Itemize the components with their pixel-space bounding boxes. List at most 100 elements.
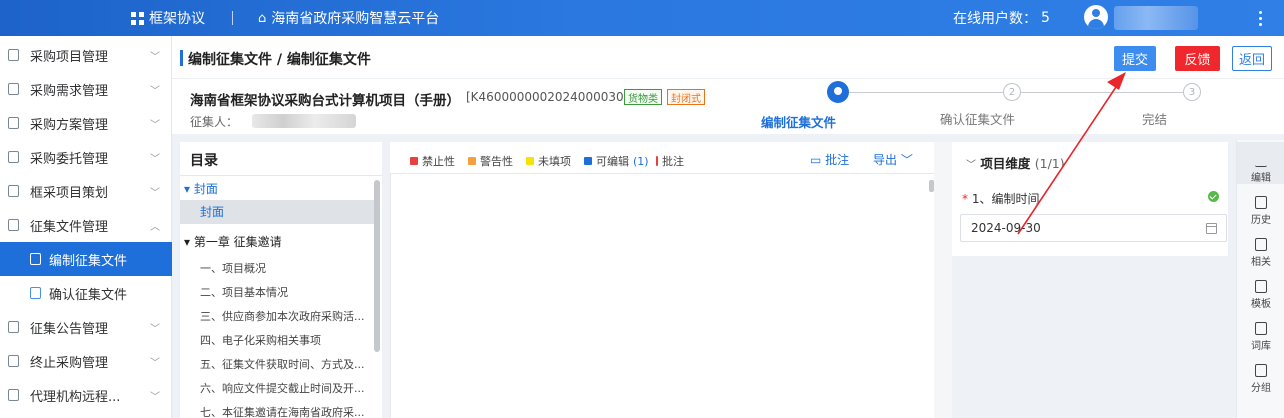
legend-forbidden: 禁止性	[410, 153, 455, 169]
title-accent-bar	[180, 50, 183, 66]
panel-gap	[934, 142, 952, 418]
document-icon	[8, 83, 19, 95]
editor-toolbar: 禁止性 警告性 未填项 可编辑 (1) 批注 ▭ 批注 导出 ﹀	[390, 142, 934, 174]
document-icon	[8, 117, 19, 129]
toc-scrollbar[interactable]	[374, 180, 380, 352]
book-icon	[1255, 322, 1267, 335]
check-circle-icon	[1208, 191, 1219, 202]
right-tool-rail: 编辑 历史 相关 模板 词库 分组	[1236, 140, 1284, 418]
user-avatar[interactable]	[1084, 5, 1108, 29]
chevron-down-icon: ﹀	[966, 160, 976, 171]
pen-icon	[1255, 154, 1267, 167]
rail-edit[interactable]: 编辑	[1237, 142, 1284, 184]
divider	[180, 175, 382, 176]
platform-home-link[interactable]: ⌂ 海南省政府采购智慧云平台	[258, 0, 439, 36]
rail-template[interactable]: 模板	[1237, 268, 1284, 310]
copy-icon	[1255, 238, 1267, 251]
sidebar-subitem-confirm-docs[interactable]: 确认征集文件	[0, 276, 172, 310]
step-2-dot: 2	[1003, 83, 1021, 101]
sidebar-item-entrust[interactable]: 采购委托管理 ﹀	[0, 140, 172, 174]
legend-unfilled: 未填项	[526, 153, 571, 169]
legend-swatch	[584, 157, 592, 165]
step-1-label: 编制征集文件	[761, 115, 837, 130]
document-icon	[8, 219, 19, 231]
legend-annotation: 批注	[656, 153, 684, 169]
sidebar-item-agency-remote[interactable]: 代理机构远程... ﹀	[0, 378, 172, 412]
sidebar-item-requirements[interactable]: 采购需求管理 ﹀	[0, 72, 172, 106]
step-connector	[849, 92, 1003, 93]
toc-item-cover[interactable]: 封面	[180, 200, 375, 224]
calendar-icon[interactable]	[1206, 223, 1217, 234]
feedback-button[interactable]: 反馈	[1175, 46, 1220, 71]
legend-swatch	[468, 157, 476, 165]
online-users: 在线用户数： 5	[953, 0, 1050, 36]
online-users-count: 5	[1041, 10, 1050, 26]
stop-icon	[8, 355, 19, 367]
sidebar-subitem-draft-docs[interactable]: 编制征集文件	[0, 242, 172, 276]
legend-swatch	[526, 157, 534, 165]
toc-item[interactable]: 四、电子化采购相关事项	[180, 332, 375, 348]
toc-section-cover[interactable]: ▾ 封面	[180, 180, 375, 197]
sidebar-item-framework-planning[interactable]: 框采项目策划 ﹀	[0, 174, 172, 208]
page-title: 编制征集文件 / 编制征集文件	[188, 52, 371, 68]
legend-editable: 可编辑 (1)	[584, 153, 649, 169]
table-of-contents: 目录 ▾ 封面 封面 ▾ 第一章 征集邀请 一、项目概况 二、项目基本情况 三、…	[180, 142, 382, 418]
user-name-redacted[interactable]	[1114, 6, 1198, 30]
main-content: 编制征集文件 / 编制征集文件 提交 反馈 返回 海南省框架协议采购台式计算机项…	[172, 36, 1284, 418]
field-label-compile-time: * 1、编制时间	[962, 192, 1040, 206]
export-dropdown[interactable]: 导出 ﹀	[873, 151, 913, 168]
toc-title: 目录	[190, 153, 218, 169]
chevron-up-icon: ︿	[150, 222, 160, 233]
toc-item[interactable]: 三、供应商参加本次政府采购活...	[180, 308, 375, 324]
toc-item[interactable]: 二、项目基本情况	[180, 284, 375, 300]
platform-name: 海南省政府采购智慧云平台	[271, 11, 440, 27]
edit-document-icon	[30, 253, 41, 265]
module-label: 框架协议	[149, 11, 205, 27]
back-button[interactable]: 返回	[1232, 46, 1272, 71]
document-page[interactable]	[390, 174, 934, 418]
sidebar-item-announcement[interactable]: 征集公告管理 ﹀	[0, 310, 172, 344]
framework-agreement-menu[interactable]: 框架协议	[131, 0, 205, 36]
sidebar-item-procurement-project[interactable]: 采购项目管理 ﹀	[0, 38, 172, 72]
rail-group[interactable]: 分组	[1237, 352, 1284, 394]
toc-item[interactable]: 一、项目概况	[180, 260, 375, 276]
compile-date-input[interactable]: 2024-09-30	[960, 214, 1227, 242]
rail-related[interactable]: 相关	[1237, 226, 1284, 268]
annotate-button[interactable]: ▭ 批注	[810, 151, 849, 168]
group-icon	[1255, 364, 1267, 377]
topbar-divider	[232, 11, 233, 25]
progress-steps: 2 3 编制征集文件 确认征集文件 完结	[172, 79, 1284, 135]
rail-glossary[interactable]: 词库	[1237, 310, 1284, 352]
step-connector	[1021, 92, 1183, 93]
document-icon	[8, 321, 19, 333]
folder-icon	[8, 49, 19, 61]
comment-icon: ▭	[810, 153, 822, 167]
project-dimension-header[interactable]: ﹀ 项目维度 (1/1)	[966, 153, 1065, 172]
toc-item[interactable]: 六、响应文件提交截止时间及开...	[180, 380, 375, 396]
page-header: 编制征集文件 / 编制征集文件 提交 反馈 返回	[172, 36, 1284, 78]
sidebar-item-plan[interactable]: 采购方案管理 ﹀	[0, 106, 172, 140]
rail-history[interactable]: 历史	[1237, 184, 1284, 226]
chevron-down-icon: ﹀	[900, 153, 913, 167]
sidebar: 采购项目管理 ﹀ 采购需求管理 ﹀ 采购方案管理 ﹀ 采购委托管理 ﹀ 框采项目策划 ﹀ …	[0, 36, 172, 418]
home-icon: ⌂	[258, 10, 267, 26]
online-users-label: 在线用户数：	[953, 11, 1037, 27]
document-editor: 禁止性 警告性 未填项 可编辑 (1) 批注 ▭ 批注 导出 ﹀	[390, 142, 934, 418]
document-icon	[8, 151, 19, 163]
toc-chapter-1[interactable]: ▾ 第一章 征集邀请	[180, 233, 375, 250]
toc-item[interactable]: 五、征集文件获取时间、方式及...	[180, 356, 375, 372]
submit-button[interactable]: 提交	[1114, 46, 1156, 71]
toc-item[interactable]: 七、本征集邀请在海南省政府采...	[180, 404, 375, 418]
step-2-label: 确认征集文件	[940, 112, 1016, 127]
sidebar-item-termination[interactable]: 终止采购管理 ﹀	[0, 344, 172, 378]
chevron-down-icon: ﹀	[150, 154, 160, 165]
step-3-dot: 3	[1183, 83, 1201, 101]
chevron-down-icon: ﹀	[150, 52, 160, 63]
top-navigation-bar: 框架协议 ⌂ 海南省政府采购智慧云平台 在线用户数： 5	[0, 0, 1284, 36]
chevron-down-icon: ﹀	[150, 188, 160, 199]
document-icon	[30, 287, 41, 299]
more-menu-icon[interactable]	[1250, 0, 1270, 36]
sidebar-item-solicitation-docs[interactable]: 征集文件管理 ︿	[0, 208, 172, 242]
template-icon	[1255, 280, 1267, 293]
legend-warning: 警告性	[468, 153, 513, 169]
